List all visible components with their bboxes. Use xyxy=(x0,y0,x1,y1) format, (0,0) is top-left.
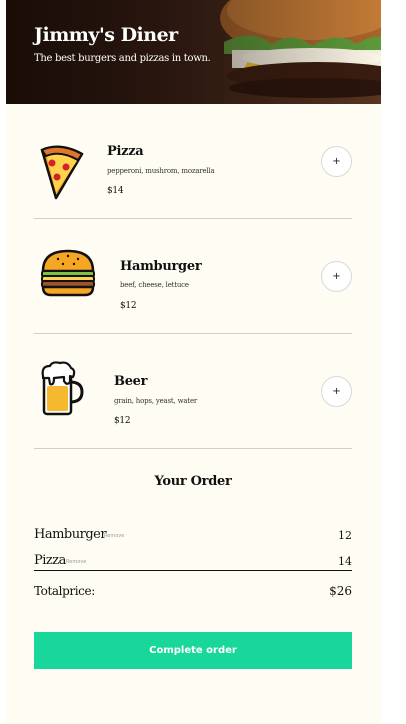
order-item-name: Hamburger xyxy=(34,527,107,542)
diner-app: Jimmy's Diner The best burgers and pizza… xyxy=(6,0,381,724)
order-summary: Your Order Hamburger Remove 12 Pizza Rem… xyxy=(34,460,352,598)
order-title: Your Order xyxy=(154,474,232,489)
total-value: $26 xyxy=(329,584,352,598)
item-ingredients: grain, hops, yeast, water xyxy=(114,397,198,405)
remove-item-button[interactable]: Remove xyxy=(104,533,124,539)
item-price: $12 xyxy=(120,301,137,311)
item-name: Pizza xyxy=(107,144,144,159)
order-item-price: 14 xyxy=(338,555,352,568)
item-name: Beer xyxy=(114,374,148,389)
order-line-item: Pizza Remove 14 xyxy=(34,550,352,570)
menu-item-pizza: Pizza pepperoni, mushrom, mozarella $14 … xyxy=(34,104,352,219)
add-pizza-button[interactable]: + xyxy=(321,146,352,177)
total-label: Totalprice: xyxy=(34,584,95,598)
restaurant-title: Jimmy's Diner xyxy=(34,24,178,46)
order-line-item: Hamburger Remove 12 xyxy=(34,524,352,544)
hero-banner: Jimmy's Diner The best burgers and pizza… xyxy=(6,0,381,104)
order-item-price: 12 xyxy=(338,529,352,542)
item-name: Hamburger xyxy=(120,259,202,274)
pizza-icon xyxy=(40,145,84,200)
remove-item-button[interactable]: Remove xyxy=(66,559,86,565)
menu-item-beer: Beer grain, hops, yeast, water $12 + xyxy=(34,334,352,449)
total-divider xyxy=(34,570,352,571)
restaurant-tagline: The best burgers and pizzas in town. xyxy=(34,53,211,64)
item-ingredients: beef, cheese, lettuce xyxy=(120,281,189,289)
item-price: $12 xyxy=(114,416,131,426)
item-ingredients: pepperoni, mushrom, mozarella xyxy=(107,167,215,175)
menu-list: Pizza pepperoni, mushrom, mozarella $14 … xyxy=(34,104,352,449)
beer-icon xyxy=(41,361,84,416)
complete-order-button[interactable]: Complete order xyxy=(34,632,352,669)
add-hamburger-button[interactable]: + xyxy=(321,261,352,292)
hamburger-icon xyxy=(41,249,95,297)
order-item-name: Pizza xyxy=(34,553,66,568)
add-beer-button[interactable]: + xyxy=(321,376,352,407)
menu-item-hamburger: Hamburger beef, cheese, lettuce $12 + xyxy=(34,219,352,334)
item-price: $14 xyxy=(107,186,124,196)
